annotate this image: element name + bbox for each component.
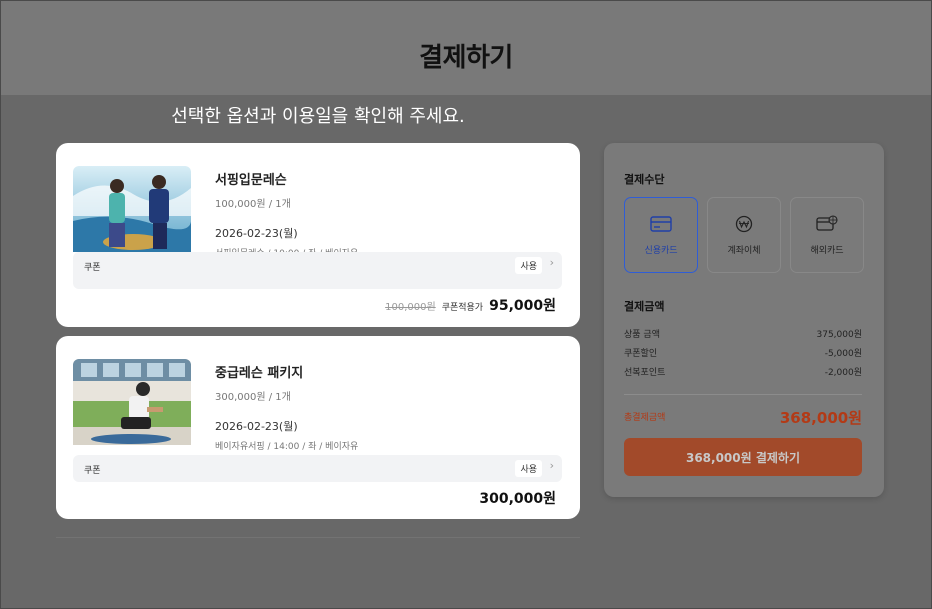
coupon-use-button[interactable]: 사용 xyxy=(515,257,542,274)
product-info: 중급레슨 패키지 300,000원 / 1개 2026-02-23(월) 베이자… xyxy=(215,362,358,452)
product-thumbnail xyxy=(73,166,191,252)
product-price-qty: 100,000원 / 1개 xyxy=(215,199,291,210)
globe-card-icon xyxy=(816,214,838,231)
credit-card-icon xyxy=(650,215,672,232)
chevron-right-icon: › xyxy=(549,256,554,269)
total-value: 368,000원 xyxy=(779,409,862,427)
payment-method-label: 해외카드 xyxy=(810,245,844,256)
product-date: 2026-02-23(월) xyxy=(215,227,298,240)
page-subtitle: 선택한 옵션과 이용일을 확인해 주세요. xyxy=(171,106,465,127)
chevron-right-icon: › xyxy=(549,459,554,472)
payment-method-label: 계좌이체 xyxy=(727,245,761,256)
summary-row: 상품 금액 375,000원 xyxy=(624,327,862,340)
summary-label: 쿠폰할인 xyxy=(624,349,658,359)
summary-label: 선복포인트 xyxy=(624,368,666,378)
coupon-label: 쿠폰 xyxy=(84,263,101,273)
payment-method-label: 신용카드 xyxy=(644,245,678,256)
summary-row: 선복포인트 -2,000원 xyxy=(624,365,862,378)
product-name: 서핑입문레슨 xyxy=(215,173,287,188)
product-info: 서핑입문레슨 100,000원 / 1개 2026-02-23(월) 서핑입문레… xyxy=(215,169,358,259)
summary-row: 쿠폰할인 -5,000원 xyxy=(624,346,862,359)
payment-panel: 결제수단 신용카드 계좌이체 해외카드 결제금액 상품 금액 375,000원 … xyxy=(604,143,884,497)
payment-method-credit-card[interactable]: 신용카드 xyxy=(624,197,698,273)
final-price: 300,000원 xyxy=(479,491,556,507)
summary-label: 상품 금액 xyxy=(624,330,660,340)
payment-method-list: 신용카드 계좌이체 해외카드 xyxy=(624,197,864,273)
coupon-bar[interactable]: 쿠폰 사용 › xyxy=(73,455,562,482)
payment-method-bank-transfer[interactable]: 계좌이체 xyxy=(707,197,781,273)
total-label: 총결제금액 xyxy=(624,413,666,423)
final-price: 95,000원 xyxy=(489,298,556,314)
product-price-qty: 300,000원 / 1개 xyxy=(215,392,291,403)
coupon-bar[interactable]: 쿠폰 사용 › xyxy=(73,252,562,289)
payment-amount-title: 결제금액 xyxy=(624,300,665,313)
product-thumbnail xyxy=(73,359,191,445)
won-coin-icon xyxy=(735,215,753,232)
payment-method-overseas-card[interactable]: 해외카드 xyxy=(790,197,864,273)
pay-button[interactable]: 368,000원 결제하기 xyxy=(624,438,862,476)
product-card: 중급레슨 패키지 300,000원 / 1개 2026-02-23(월) 베이자… xyxy=(56,336,580,519)
summary-value: 375,000원 xyxy=(816,330,863,340)
price-row: 100,000원 쿠폰적용가 95,000원 xyxy=(385,295,556,315)
coupon-label: 쿠폰 xyxy=(84,466,101,476)
summary-value: -5,000원 xyxy=(824,349,862,359)
page-header: 결제하기 xyxy=(0,0,932,95)
price-row: 300,000원 xyxy=(479,488,556,508)
product-name: 중급레슨 패키지 xyxy=(215,366,304,381)
summary-value: -2,000원 xyxy=(824,368,862,378)
original-price: 100,000원 xyxy=(385,302,436,313)
payment-method-title: 결제수단 xyxy=(624,173,665,186)
product-date: 2026-02-23(월) xyxy=(215,420,298,433)
divider xyxy=(624,394,862,395)
product-card: 서핑입문레슨 100,000원 / 1개 2026-02-23(월) 서핑입문레… xyxy=(56,143,580,327)
product-option: 베이자유서핑 / 14:00 / 좌 / 베이자유 xyxy=(215,442,359,452)
divider xyxy=(56,537,580,538)
coupon-applied-label: 쿠폰적용가 xyxy=(441,303,484,313)
page-title: 결제하기 xyxy=(419,43,513,73)
coupon-use-button[interactable]: 사용 xyxy=(515,460,542,477)
